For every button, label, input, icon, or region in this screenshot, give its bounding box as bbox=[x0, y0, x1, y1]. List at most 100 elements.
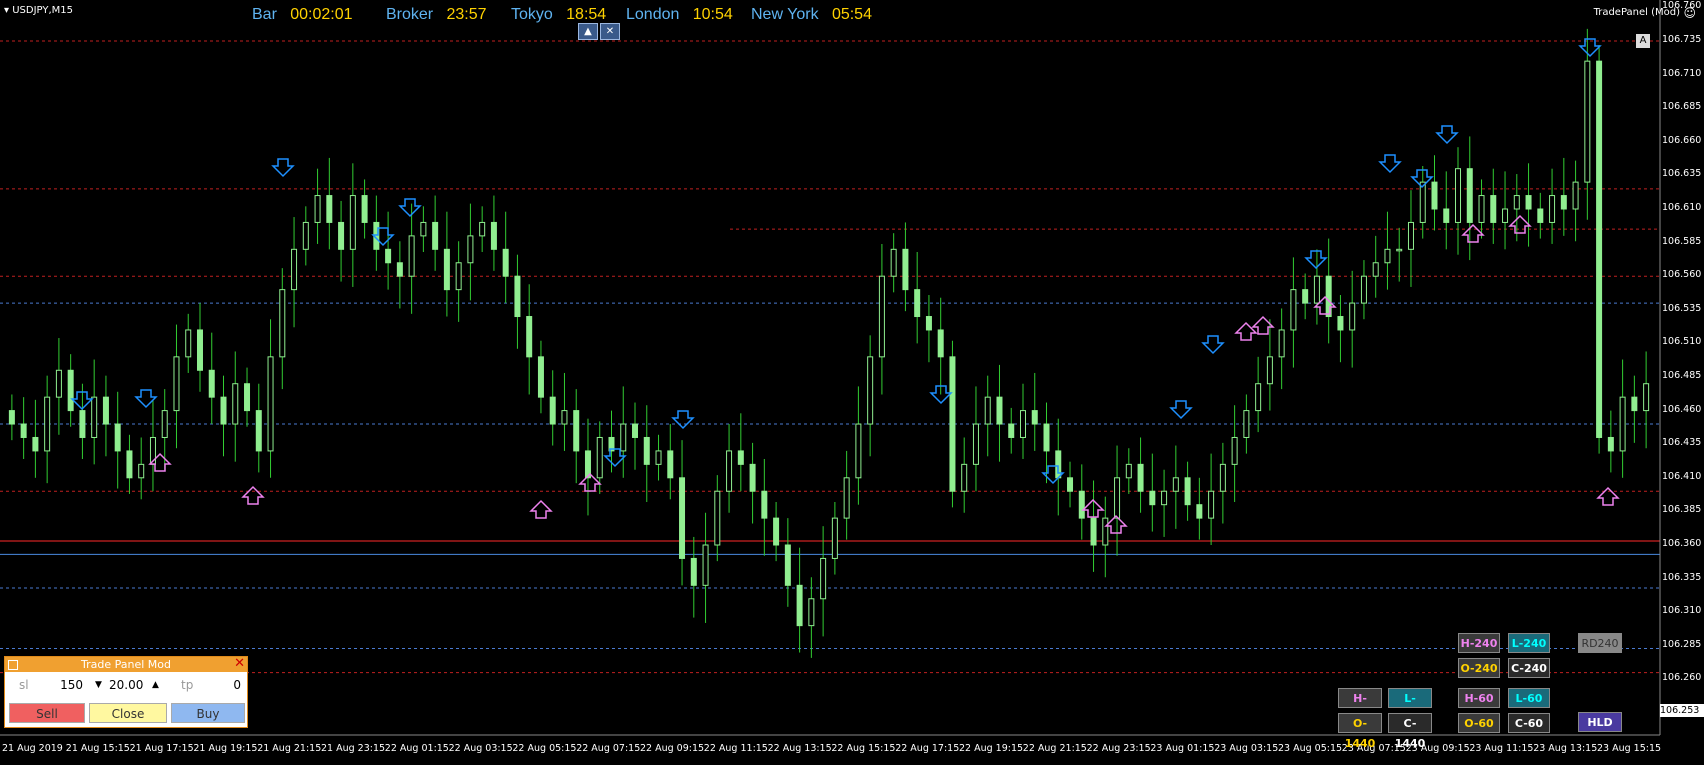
candle-body bbox=[232, 383, 239, 425]
candle-body bbox=[44, 396, 51, 452]
price-tick: 106.610 bbox=[1662, 202, 1702, 213]
candle-body bbox=[526, 316, 533, 358]
candle-body bbox=[1055, 450, 1062, 479]
candle-body bbox=[1513, 195, 1520, 210]
close-button[interactable]: Close bbox=[89, 703, 167, 723]
price-chart[interactable] bbox=[0, 0, 1704, 765]
price-tick: 106.485 bbox=[1662, 370, 1702, 381]
c240-button[interactable]: C-240 bbox=[1508, 658, 1550, 678]
price-tick: 106.310 bbox=[1662, 605, 1702, 617]
time-tick: 22 Aug 03:15 bbox=[448, 743, 513, 754]
candle-body bbox=[1231, 436, 1238, 465]
candle-body bbox=[573, 410, 580, 452]
candle-body bbox=[479, 221, 486, 237]
candle-body bbox=[1125, 463, 1132, 479]
lot-up-icon[interactable]: ▲ bbox=[152, 677, 159, 694]
buy-arrow-icon bbox=[1596, 486, 1620, 506]
candle-body bbox=[32, 436, 39, 452]
autoscroll-icon[interactable]: A bbox=[1636, 34, 1650, 48]
h240-button[interactable]: H-240 bbox=[1458, 633, 1500, 653]
candle-body bbox=[196, 329, 203, 371]
close-icon[interactable]: ✕ bbox=[234, 657, 245, 671]
sell-button[interactable]: Sell bbox=[9, 703, 85, 723]
candle-body bbox=[784, 544, 791, 586]
candle-body bbox=[455, 262, 462, 291]
timer-newyork-value: 05:54 bbox=[831, 6, 872, 23]
collapse-icon[interactable]: ▲ bbox=[578, 23, 598, 40]
candle-body bbox=[655, 450, 662, 465]
price-tick: 106.535 bbox=[1662, 302, 1702, 314]
candle-body bbox=[1090, 517, 1097, 546]
candle-body bbox=[279, 289, 286, 358]
buy-arrow-icon bbox=[241, 485, 265, 505]
time-tick: 22 Aug 11:15 bbox=[703, 743, 768, 754]
candle-body bbox=[1078, 490, 1085, 519]
candle-body bbox=[1337, 316, 1344, 331]
lot-down-icon[interactable]: ▼ bbox=[95, 677, 102, 694]
candle-body bbox=[338, 221, 345, 250]
candle-body bbox=[937, 329, 944, 358]
candle-body bbox=[843, 477, 850, 519]
candle-body bbox=[1184, 477, 1191, 506]
time-tick: 21 Aug 17:15 bbox=[129, 743, 194, 754]
panel-menu-icon[interactable] bbox=[8, 660, 18, 670]
candle-body bbox=[126, 450, 133, 479]
candle-body bbox=[1560, 195, 1567, 210]
candle-body bbox=[831, 517, 838, 559]
candle-body bbox=[1219, 463, 1226, 492]
timer-newyork: New York 05:54 bbox=[751, 6, 872, 24]
candle-body bbox=[737, 450, 744, 465]
candle-body bbox=[878, 275, 885, 358]
candle-body bbox=[220, 396, 227, 425]
timer-tokyo-label: Tokyo bbox=[511, 6, 553, 23]
o240-button[interactable]: O-240 bbox=[1458, 658, 1500, 678]
close-panel-icon[interactable]: ✕ bbox=[600, 23, 620, 40]
c60-button[interactable]: C-60 bbox=[1508, 713, 1550, 733]
candle-body bbox=[1466, 168, 1473, 223]
timer-newyork-label: New York bbox=[751, 6, 819, 23]
candle-body bbox=[1255, 383, 1262, 412]
timer-london-label: London bbox=[626, 6, 680, 23]
buy-button[interactable]: Buy bbox=[171, 703, 245, 723]
candle-body bbox=[138, 463, 145, 479]
l240-button[interactable]: L-240 bbox=[1508, 633, 1550, 653]
c1440-button[interactable]: C-1440 bbox=[1388, 713, 1432, 750]
candle-body bbox=[1114, 477, 1121, 519]
hld-button[interactable]: HLD bbox=[1578, 712, 1622, 732]
candle-body bbox=[796, 584, 803, 627]
trade-panel-titlebar[interactable]: Trade Panel Mod ✕ bbox=[5, 657, 247, 672]
candles bbox=[8, 28, 1650, 658]
rd240-button[interactable]: RD240 bbox=[1578, 633, 1622, 653]
candle-body bbox=[396, 262, 403, 277]
candle-body bbox=[91, 396, 98, 438]
candle-body bbox=[102, 396, 109, 425]
candle-body bbox=[502, 248, 509, 277]
buy-arrow-icon bbox=[1234, 321, 1258, 341]
time-tick: 23 Aug 01:15 bbox=[1150, 743, 1215, 754]
candle-body bbox=[79, 410, 86, 438]
o60-button[interactable]: O-60 bbox=[1458, 713, 1500, 733]
h60-button[interactable]: H-60 bbox=[1458, 688, 1500, 708]
time-tick: 21 Aug 19:15 bbox=[193, 743, 258, 754]
l60-button[interactable]: L-60 bbox=[1508, 688, 1550, 708]
candle-body bbox=[761, 490, 768, 519]
time-tick: 21 Aug 21:15 bbox=[257, 743, 322, 754]
tp-input[interactable]: 0 bbox=[205, 677, 241, 694]
price-tick: 106.285 bbox=[1662, 638, 1702, 650]
candle-body bbox=[208, 369, 215, 398]
candle-body bbox=[1102, 517, 1109, 546]
candle-body bbox=[972, 423, 979, 465]
h1440-button[interactable]: H-1440 bbox=[1338, 688, 1382, 725]
candle-body bbox=[385, 248, 392, 264]
sell-arrow-icon bbox=[1378, 154, 1402, 174]
l1440-button[interactable]: L-1440 bbox=[1388, 688, 1432, 725]
candle-body bbox=[467, 235, 474, 264]
sl-input[interactable]: 150 bbox=[47, 677, 83, 694]
candle-body bbox=[55, 369, 62, 398]
lot-input[interactable]: 20.00 bbox=[109, 677, 143, 694]
buy-arrow-icon bbox=[1508, 214, 1532, 234]
sl-label: sl bbox=[19, 678, 29, 692]
candle-body bbox=[620, 423, 627, 452]
o1440-button[interactable]: O-1440 bbox=[1338, 713, 1382, 750]
level-lines bbox=[0, 40, 1660, 674]
